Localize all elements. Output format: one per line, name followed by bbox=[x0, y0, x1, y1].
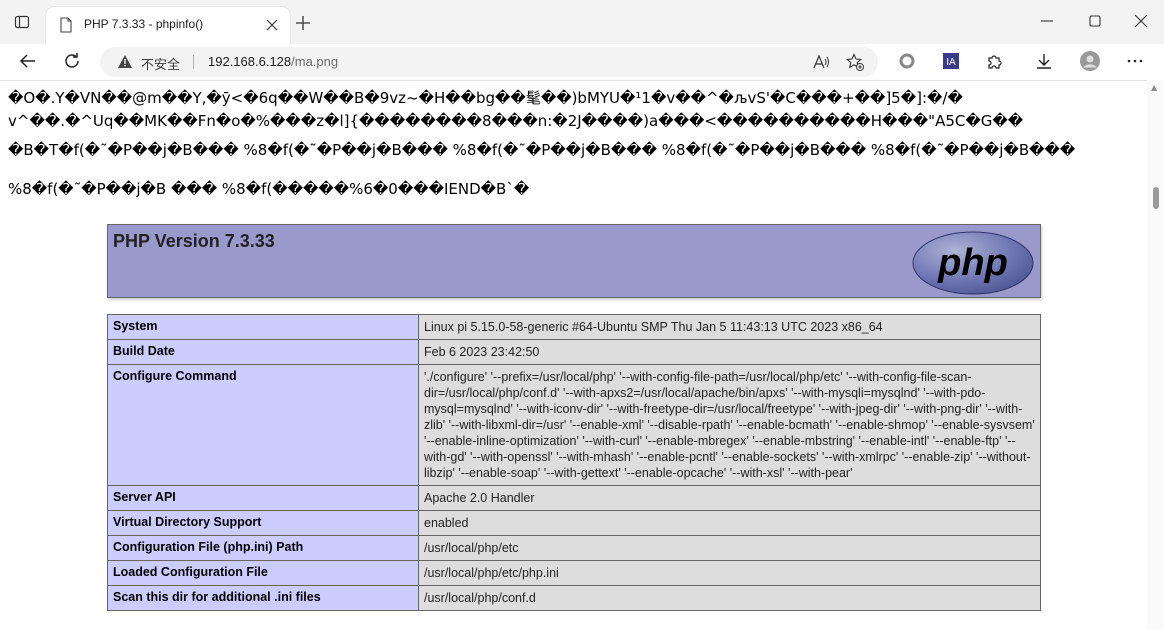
scroll-up-arrow-icon[interactable]: ▲ bbox=[1151, 83, 1157, 92]
info-label: Build Date bbox=[107, 339, 419, 365]
back-arrow-icon[interactable] bbox=[19, 52, 37, 70]
table-row: System Linux pi 5.15.0-58-generic #64-Ub… bbox=[107, 314, 1041, 340]
info-label: Configuration File (php.ini) Path bbox=[107, 535, 419, 561]
scrollbar-thumb[interactable] bbox=[1153, 187, 1159, 209]
table-row: Virtual Directory Support enabled bbox=[107, 510, 1041, 536]
active-tab[interactable]: PHP 7.3.33 - phpinfo() bbox=[46, 7, 290, 44]
info-label: System bbox=[107, 314, 419, 340]
minimize-icon[interactable] bbox=[1040, 14, 1054, 28]
info-value: Apache 2.0 Handler bbox=[418, 485, 1041, 511]
extensions-puzzle-icon[interactable] bbox=[986, 52, 1004, 70]
svg-text:IA: IA bbox=[946, 57, 956, 68]
binary-text-line: �O�.Y�VN��@m��Y,�ӯ<�6q��W��B�9vz~�H��bg�… bbox=[8, 89, 963, 107]
url-path: /ma.png bbox=[291, 54, 339, 69]
url-text[interactable]: 192.168.6.128/ma.png bbox=[208, 54, 338, 69]
info-value: /usr/local/php/etc/php.ini bbox=[418, 560, 1041, 586]
info-value: './configure' '--prefix=/usr/local/php' … bbox=[418, 364, 1041, 486]
maximize-icon[interactable] bbox=[1088, 14, 1102, 28]
phpinfo-header: PHP Version 7.3.33 php bbox=[107, 224, 1041, 298]
read-aloud-icon[interactable] bbox=[812, 53, 830, 71]
info-label: Scan this dir for additional .ini files bbox=[107, 585, 419, 611]
tab-strip: PHP 7.3.33 - phpinfo() bbox=[0, 0, 1164, 44]
php-info-table: System Linux pi 5.15.0-58-generic #64-Ub… bbox=[107, 314, 1041, 611]
tab-actions-icon[interactable] bbox=[14, 14, 30, 30]
security-status-label[interactable]: 不安全 bbox=[141, 54, 180, 73]
info-value: /usr/local/php/etc bbox=[418, 535, 1041, 561]
address-bar[interactable]: 不安全 192.168.6.128/ma.png bbox=[100, 47, 878, 77]
binary-text-line: %8�f(�˜�P��j�B ��� %8�f(�����%6�0���IEND… bbox=[8, 180, 530, 198]
warning-triangle-icon[interactable] bbox=[117, 54, 133, 70]
vertical-scrollbar[interactable]: ▲ bbox=[1147, 80, 1164, 630]
more-menu-icon[interactable] bbox=[1126, 52, 1144, 70]
tab-title: PHP 7.3.33 - phpinfo() bbox=[84, 17, 204, 31]
php-logo-text: php bbox=[937, 242, 1008, 284]
info-value: Linux pi 5.15.0-58-generic #64-Ubuntu SM… bbox=[418, 314, 1041, 340]
page-document-icon bbox=[60, 17, 72, 33]
binary-text-line: �B�T�f(�˜�P��j�B��� %8�f(�˜�P��j�B��� %8… bbox=[8, 141, 1076, 159]
table-row: Configure Command './configure' '--prefi… bbox=[107, 364, 1041, 486]
info-label: Loaded Configuration File bbox=[107, 560, 419, 586]
ia-extension-icon[interactable]: IA bbox=[942, 52, 960, 70]
download-icon[interactable] bbox=[1035, 52, 1053, 70]
refresh-icon[interactable] bbox=[63, 52, 81, 70]
profile-avatar-icon[interactable] bbox=[1080, 51, 1100, 71]
table-row: Configuration File (php.ini) Path /usr/l… bbox=[107, 535, 1041, 561]
info-value: /usr/local/php/conf.d bbox=[418, 585, 1041, 611]
close-window-icon[interactable] bbox=[1134, 14, 1148, 28]
table-row: Server API Apache 2.0 Handler bbox=[107, 485, 1041, 511]
info-label: Server API bbox=[107, 485, 419, 511]
info-value: Feb 6 2023 23:42:50 bbox=[418, 339, 1041, 365]
url-host: 192.168.6.128 bbox=[208, 54, 292, 69]
info-value: enabled bbox=[418, 510, 1041, 536]
address-divider bbox=[193, 55, 194, 69]
binary-text-line: v^��.�^Uq��MK��Fn�o�%���z�l]{��������8��… bbox=[8, 112, 1024, 130]
table-row: Scan this dir for additional .ini files … bbox=[107, 585, 1041, 611]
table-row: Loaded Configuration File /usr/local/php… bbox=[107, 560, 1041, 586]
navigation-toolbar: 不安全 192.168.6.128/ma.png IA bbox=[0, 44, 1164, 81]
new-tab-icon[interactable] bbox=[296, 16, 310, 30]
extension-circle-icon[interactable] bbox=[898, 52, 916, 70]
info-label: Configure Command bbox=[107, 364, 419, 486]
php-version-title: PHP Version 7.3.33 bbox=[113, 231, 275, 251]
info-label: Virtual Directory Support bbox=[107, 510, 419, 536]
page-content: �O�.Y�VN��@m��Y,�ӯ<�6q��W��B�9vz~�H��bg�… bbox=[0, 81, 1147, 630]
table-row: Build Date Feb 6 2023 23:42:50 bbox=[107, 339, 1041, 365]
favorite-star-icon[interactable] bbox=[846, 53, 864, 71]
close-tab-icon[interactable] bbox=[266, 19, 278, 31]
php-logo[interactable]: php bbox=[912, 231, 1034, 295]
